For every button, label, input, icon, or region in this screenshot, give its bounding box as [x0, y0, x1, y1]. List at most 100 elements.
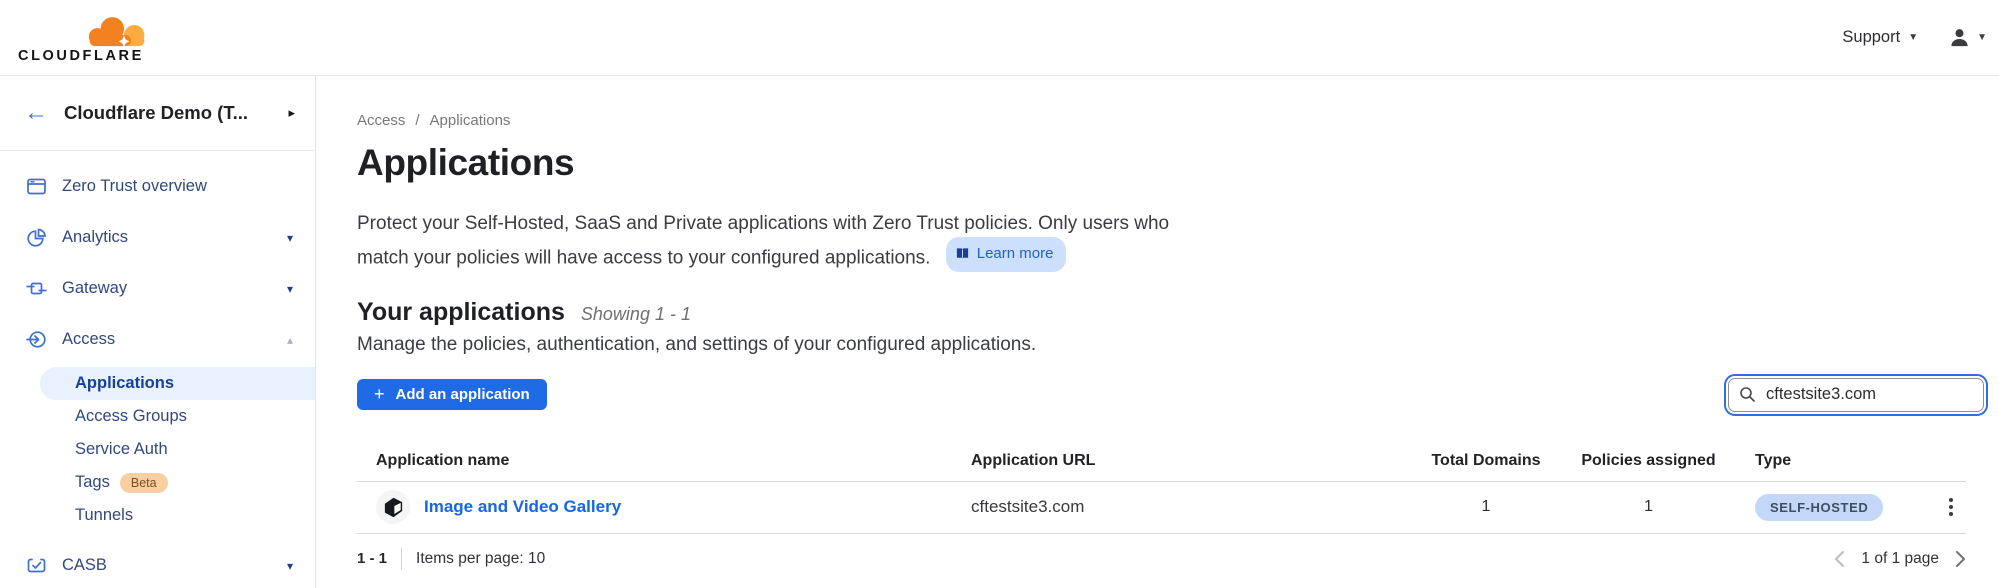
breadcrumb-separator: /: [415, 112, 419, 129]
sidebar-item-zero-trust-overview[interactable]: Zero Trust overview: [0, 161, 315, 212]
application-name-cell: Image and Video Gallery: [376, 490, 971, 524]
sidebar-item-label: Gateway: [62, 279, 272, 298]
app-window: CLOUDFLARE Support ▼ ▼ ← Cloudflare Demo…: [0, 0, 1999, 588]
kebab-dot: [1949, 505, 1953, 509]
search-icon: [1739, 386, 1756, 403]
section-heading: Your applications: [357, 298, 565, 327]
sidebar-item-tunnels[interactable]: Tunnels: [0, 499, 315, 532]
chevron-down-icon: ▼: [1908, 33, 1918, 43]
plus-icon: +: [374, 385, 385, 403]
page-indicator: 1 of 1 page: [1861, 550, 1939, 568]
search-input[interactable]: [1764, 384, 1973, 405]
sidebar-subitem-label: Service Auth: [75, 440, 168, 459]
breadcrumb: Access / Applications: [357, 112, 1966, 129]
user-icon: [1948, 26, 1971, 49]
sidebar-item-service-auth[interactable]: Service Auth: [0, 433, 315, 466]
learn-more-link[interactable]: Learn more: [946, 237, 1067, 272]
type-badge: SELF-HOSTED: [1755, 494, 1883, 521]
main-content: Access / Applications Applications Prote…: [316, 76, 1999, 588]
col-application-name: Application name: [376, 452, 971, 470]
footer-left: 1 - 1 Items per page: 10: [357, 548, 545, 570]
chevron-up-icon: ▴: [287, 333, 293, 347]
type-cell: SELF-HOSTED: [1751, 494, 1936, 521]
sidebar-item-label: Zero Trust overview: [62, 177, 293, 196]
previous-page-icon[interactable]: [1834, 550, 1845, 568]
col-policies-assigned: Policies assigned: [1546, 452, 1751, 470]
kebab-dot: [1949, 498, 1953, 502]
policies-assigned-cell: 1: [1546, 498, 1751, 516]
items-range: 1 - 1: [357, 550, 387, 567]
sidebar-item-applications[interactable]: Applications: [40, 367, 315, 400]
analytics-pie-icon: [26, 227, 47, 248]
sidebar-nav: Zero Trust overview Analytics ▾: [0, 151, 315, 588]
sidebar-subitem-label: Access Groups: [75, 407, 187, 426]
topbar: CLOUDFLARE Support ▼ ▼: [0, 0, 1999, 76]
sidebar-subitem-label: Tunnels: [75, 506, 133, 525]
book-icon: [955, 246, 970, 261]
pagination: 1 of 1 page: [1834, 550, 1966, 568]
expand-right-icon[interactable]: ▸: [288, 105, 295, 121]
add-application-button[interactable]: + Add an application: [357, 379, 547, 410]
section-subtext: Manage the policies, authentication, and…: [357, 334, 1966, 356]
topbar-right: Support ▼ ▼: [1842, 26, 1989, 49]
cloudflare-cloud-icon: [82, 14, 152, 50]
application-cube-icon: [376, 490, 410, 524]
sidebar-item-access-groups[interactable]: Access Groups: [0, 400, 315, 433]
row-actions-kebab-icon[interactable]: [1936, 498, 1966, 516]
casb-check-icon: [26, 555, 47, 576]
page-title: Applications: [357, 142, 1966, 184]
application-url-cell: cftestsite3.com: [971, 497, 1426, 517]
support-label: Support: [1842, 28, 1900, 47]
add-application-label: Add an application: [396, 386, 530, 403]
account-name: Cloudflare Demo (T...: [64, 102, 272, 124]
kebab-dot: [1949, 512, 1953, 516]
page-description: Protect your Self-Hosted, SaaS and Priva…: [357, 209, 1966, 274]
breadcrumb-access[interactable]: Access: [357, 112, 405, 129]
back-arrow-icon[interactable]: ←: [24, 101, 48, 125]
footer-divider: [401, 548, 402, 570]
table-row: Image and Video Gallery cftestsite3.com …: [357, 482, 1966, 534]
breadcrumb-applications[interactable]: Applications: [430, 112, 511, 129]
sidebar-item-label: Access: [62, 330, 272, 349]
support-menu[interactable]: Support ▼: [1842, 28, 1918, 47]
sidebar-subitem-label: Applications: [75, 374, 174, 393]
next-page-icon[interactable]: [1955, 550, 1966, 568]
total-domains-cell: 1: [1426, 498, 1546, 516]
sidebar-item-analytics[interactable]: Analytics ▾: [0, 212, 315, 263]
sidebar: ← Cloudflare Demo (T... ▸ Zero Trust ove…: [0, 76, 316, 588]
learn-more-label: Learn more: [977, 239, 1054, 269]
showing-count: Showing 1 - 1: [581, 304, 691, 325]
sidebar-item-casb[interactable]: CASB ▾: [0, 540, 315, 588]
sidebar-item-tags[interactable]: Tags Beta: [0, 466, 315, 499]
chevron-down-icon: ▾: [287, 559, 293, 573]
col-type: Type: [1751, 452, 1936, 470]
overview-window-icon: [26, 176, 47, 197]
sidebar-subitem-label: Tags: [75, 473, 110, 492]
page-description-line1: Protect your Self-Hosted, SaaS and Priva…: [357, 209, 1966, 239]
chevron-down-icon: ▾: [287, 282, 293, 296]
beta-badge: Beta: [120, 473, 168, 493]
page-description-line2: match your policies will have access to …: [357, 247, 930, 268]
user-menu[interactable]: ▼: [1948, 26, 1987, 49]
cloudflare-wordmark: CLOUDFLARE: [18, 48, 144, 64]
sidebar-account-header: ← Cloudflare Demo (T... ▸: [0, 76, 315, 151]
chevron-down-icon: ▾: [287, 231, 293, 245]
col-total-domains: Total Domains: [1426, 452, 1546, 470]
table-footer: 1 - 1 Items per page: 10 1 of 1 page: [357, 534, 1966, 584]
applications-table: Application name Application URL Total D…: [357, 442, 1966, 534]
section-head: Your applications Showing 1 - 1: [357, 298, 1966, 327]
toolbar: + Add an application: [357, 376, 1966, 418]
cloudflare-logo[interactable]: CLOUDFLARE: [18, 9, 152, 69]
access-login-icon: [26, 329, 47, 350]
col-application-url: Application URL: [971, 452, 1426, 470]
table-header: Application name Application URL Total D…: [357, 442, 1966, 482]
items-per-page: Items per page: 10: [416, 550, 545, 568]
application-link[interactable]: Image and Video Gallery: [424, 497, 621, 517]
sidebar-item-label: CASB: [62, 556, 272, 575]
search-box: [1728, 378, 1984, 412]
gateway-icon: [26, 278, 47, 299]
sidebar-item-gateway[interactable]: Gateway ▾: [0, 263, 315, 314]
sidebar-item-access[interactable]: Access ▴: [0, 314, 315, 365]
access-subnav: Applications Access Groups Service Auth …: [0, 367, 315, 532]
sidebar-item-label: Analytics: [62, 228, 272, 247]
